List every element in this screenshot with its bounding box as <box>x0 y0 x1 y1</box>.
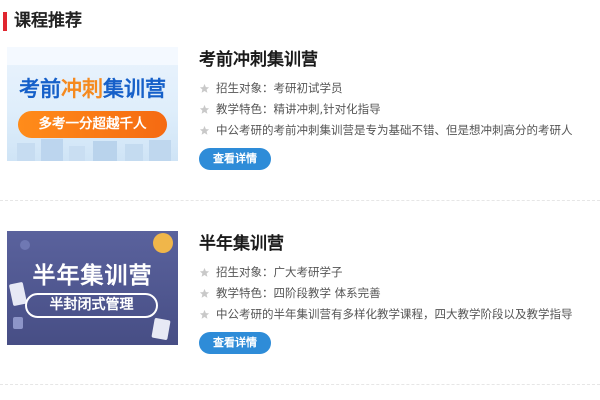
course-description: 中公考研的考前冲刺集训营是专为基础不错、但是想冲刺高分的考研人 <box>199 120 594 141</box>
star-icon <box>199 309 210 319</box>
star-icon <box>199 125 210 135</box>
course-features-text: 教学特色：四阶段教学 体系完善 <box>216 286 381 300</box>
course-description-text: 中公考研的考前冲刺集训营是专为基础不错、但是想冲刺高分的考研人 <box>216 123 573 137</box>
section-header: 课程推荐 <box>0 10 600 34</box>
view-details-button[interactable]: 查看详情 <box>199 332 271 354</box>
course-features-text: 教学特色：精讲冲刺,针对化指导 <box>216 102 381 116</box>
course-title[interactable]: 半年集训营 <box>199 233 594 255</box>
thumbnail-title: 考前冲刺集训营 <box>19 77 166 101</box>
course-targets-text: 招生对象：广大考研学子 <box>216 265 343 279</box>
section-accent-bar <box>3 12 7 31</box>
course-targets: 招生对象：考研初试学员 <box>199 78 594 99</box>
course-info: 考前冲刺集训营 招生对象：考研初试学员 教学特色：精讲冲刺,针对化指导 中公考研… <box>199 47 594 170</box>
divider <box>0 200 600 201</box>
course-description: 中公考研的半年集训营有多样化教学课程，四大教学阶段以及教学指导 <box>199 304 594 325</box>
course-features: 教学特色：四阶段教学 体系完善 <box>199 283 594 304</box>
star-icon <box>199 104 210 114</box>
thumbnail-title: 半年集训营 <box>32 263 153 289</box>
section-title: 课程推荐 <box>14 11 82 31</box>
course-thumbnail[interactable]: 考前冲刺集训营 多考一分超越千人 <box>7 47 178 161</box>
star-icon <box>199 288 210 298</box>
course-targets-text: 招生对象：考研初试学员 <box>216 81 343 95</box>
course-targets: 招生对象：广大考研学子 <box>199 262 594 283</box>
view-details-button[interactable]: 查看详情 <box>199 148 271 170</box>
course-title[interactable]: 考前冲刺集训营 <box>199 49 594 71</box>
thumbnail-background-art <box>7 47 178 161</box>
course-features: 教学特色：精讲冲刺,针对化指导 <box>199 99 594 120</box>
divider <box>0 384 600 385</box>
star-icon <box>199 83 210 93</box>
course-card: 半年集训营 半封闭式管理 半年集训营 招生对象：广大考研学子 教学特色：四阶段教… <box>0 231 600 354</box>
course-card: 考前冲刺集训营 多考一分超越千人 考前冲刺集训营 招生对象：考研初试学员 教学特… <box>0 47 600 170</box>
course-description-text: 中公考研的半年集训营有多样化教学课程，四大教学阶段以及教学指导 <box>216 307 573 321</box>
thumbnail-banner: 多考一分超越千人 <box>18 111 167 138</box>
star-icon <box>199 267 210 277</box>
course-thumbnail[interactable]: 半年集训营 半封闭式管理 <box>7 231 178 345</box>
thumbnail-banner: 半封闭式管理 <box>25 293 158 318</box>
course-info: 半年集训营 招生对象：广大考研学子 教学特色：四阶段教学 体系完善 中公考研的半… <box>199 231 594 354</box>
